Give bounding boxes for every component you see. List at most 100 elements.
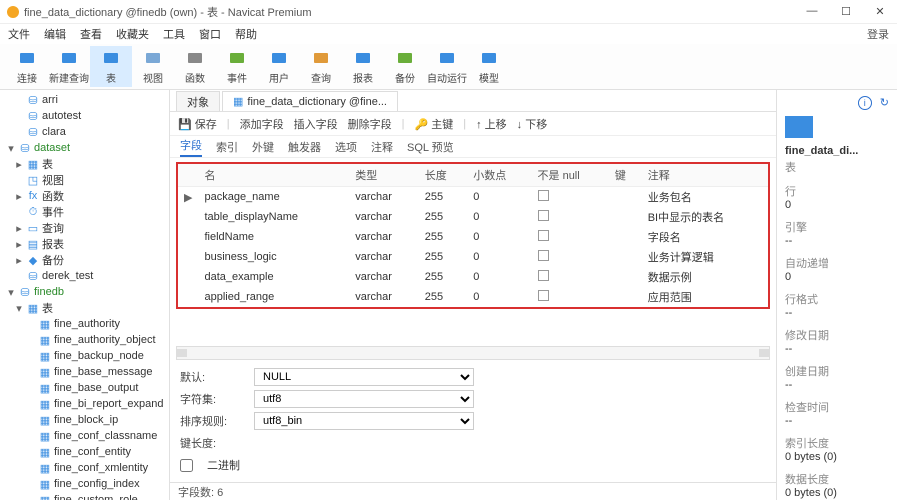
cell-decimal[interactable]: 0	[467, 247, 531, 267]
expand-icon[interactable]: ▸	[14, 254, 24, 267]
cell-decimal[interactable]: 0	[467, 187, 531, 208]
tree-item[interactable]: ▦fine_custom_role	[0, 492, 169, 500]
tree-item[interactable]: ◳视图	[0, 172, 169, 188]
menu-favorites[interactable]: 收藏夹	[116, 26, 149, 42]
tree-item[interactable]: ▦fine_bi_report_expand	[0, 396, 169, 412]
cell-comment[interactable]: 数据示例	[642, 267, 768, 287]
subtab[interactable]: 外键	[252, 139, 274, 155]
cell-comment[interactable]: 字段名	[642, 227, 768, 247]
tool-report[interactable]: 报表	[342, 46, 384, 87]
tree-item[interactable]: ▦fine_conf_classname	[0, 428, 169, 444]
add-field-button[interactable]: 添加字段	[240, 116, 284, 132]
cell-name[interactable]: data_example	[198, 267, 349, 287]
menu-tools[interactable]: 工具	[163, 26, 185, 42]
cell-decimal[interactable]: 0	[467, 267, 531, 287]
cell-type[interactable]: varchar	[349, 267, 419, 287]
col-length[interactable]: 长度	[419, 164, 468, 187]
cell-notnull[interactable]	[532, 287, 609, 307]
expand-icon[interactable]: ▸	[14, 158, 24, 171]
tab-objects[interactable]: 对象	[176, 91, 220, 111]
col-name[interactable]: 名	[198, 164, 349, 187]
charset-select[interactable]: utf8	[254, 390, 474, 408]
menu-file[interactable]: 文件	[8, 26, 30, 42]
tree-item[interactable]: ▸▭查询	[0, 220, 169, 236]
tool-backup[interactable]: 备份	[384, 46, 426, 87]
cell-name[interactable]: package_name	[198, 187, 349, 208]
subtab[interactable]: 索引	[216, 139, 238, 155]
tree-item[interactable]: ▾⛁dataset	[0, 140, 169, 156]
menu-help[interactable]: 帮助	[235, 26, 257, 42]
tree-item[interactable]: ▦fine_conf_entity	[0, 444, 169, 460]
cell-key[interactable]	[609, 267, 642, 287]
refresh-icon[interactable]: ↻	[880, 96, 889, 110]
cell-decimal[interactable]: 0	[467, 227, 531, 247]
primary-key-button[interactable]: 🔑 主键	[414, 116, 453, 132]
cell-length[interactable]: 255	[419, 267, 468, 287]
move-down-button[interactable]: ↓ 下移	[517, 116, 548, 132]
tool-connect[interactable]: 连接	[6, 46, 48, 87]
tree-item[interactable]: ⛁arri	[0, 92, 169, 108]
login-link[interactable]: 登录	[867, 26, 889, 42]
cell-key[interactable]	[609, 227, 642, 247]
binary-checkbox[interactable]	[180, 459, 193, 472]
tree-item[interactable]: ▦fine_base_output	[0, 380, 169, 396]
save-button[interactable]: 💾 保存	[178, 116, 217, 132]
col-key[interactable]: 键	[609, 164, 642, 187]
close-button[interactable]: ✕	[869, 5, 891, 18]
cell-key[interactable]	[609, 287, 642, 307]
col-type[interactable]: 类型	[349, 164, 419, 187]
subtab[interactable]: 字段	[180, 137, 202, 157]
cell-notnull[interactable]	[532, 187, 609, 208]
menu-window[interactable]: 窗口	[199, 26, 221, 42]
field-row[interactable]: fieldNamevarchar2550 字段名	[178, 227, 768, 247]
field-row[interactable]: data_examplevarchar2550 数据示例	[178, 267, 768, 287]
tool-user[interactable]: 用户	[258, 46, 300, 87]
cell-key[interactable]	[609, 207, 642, 227]
subtab[interactable]: SQL 预览	[407, 139, 454, 155]
col-comment[interactable]: 注释	[642, 164, 768, 187]
field-row[interactable]: table_displayNamevarchar2550BI中显示的表名	[178, 207, 768, 227]
move-up-button[interactable]: ↑ 上移	[476, 116, 507, 132]
tree-item[interactable]: ▦fine_block_ip	[0, 412, 169, 428]
info-icon[interactable]: i	[858, 96, 872, 110]
menu-edit[interactable]: 编辑	[44, 26, 66, 42]
tree-item[interactable]: ▦fine_base_message	[0, 364, 169, 380]
tree-item[interactable]: ▦fine_authority	[0, 316, 169, 332]
col-decimal[interactable]: 小数点	[467, 164, 531, 187]
maximize-button[interactable]: ☐	[835, 5, 857, 18]
tree-item[interactable]: ▸fx函数	[0, 188, 169, 204]
cell-decimal[interactable]: 0	[467, 207, 531, 227]
cell-key[interactable]	[609, 187, 642, 208]
tree-item[interactable]: ▦fine_config_index	[0, 476, 169, 492]
delete-field-button[interactable]: 删除字段	[348, 116, 392, 132]
menu-view[interactable]: 查看	[80, 26, 102, 42]
tree-item[interactable]: ▦fine_conf_xmlentity	[0, 460, 169, 476]
cell-type[interactable]: varchar	[349, 247, 419, 267]
col-notnull[interactable]: 不是 null	[532, 164, 609, 187]
tree-item[interactable]: ⛁derek_test	[0, 268, 169, 284]
fields-grid[interactable]: 名 类型 长度 小数点 不是 null 键 注释 ▶package_nameva…	[178, 164, 768, 307]
tree-item[interactable]: ▾▦表	[0, 300, 169, 316]
tool-autorun[interactable]: 自动运行	[426, 46, 468, 87]
tree-item[interactable]: ▸◆备份	[0, 252, 169, 268]
cell-notnull[interactable]	[532, 227, 609, 247]
cell-name[interactable]: fieldName	[198, 227, 349, 247]
cell-type[interactable]: varchar	[349, 227, 419, 247]
default-select[interactable]: NULL	[254, 368, 474, 386]
cell-notnull[interactable]	[532, 267, 609, 287]
tree-item[interactable]: ⏱事件	[0, 204, 169, 220]
field-row[interactable]: applied_rangevarchar2550应用范围	[178, 287, 768, 307]
tab-table[interactable]: ▦ fine_data_dictionary @fine...	[222, 91, 398, 111]
cell-decimal[interactable]: 0	[467, 287, 531, 307]
tool-event[interactable]: 事件	[216, 46, 258, 87]
cell-name[interactable]: business_logic	[198, 247, 349, 267]
expand-icon[interactable]: ▸	[14, 222, 24, 235]
tool-table[interactable]: 表	[90, 46, 132, 87]
cell-length[interactable]: 255	[419, 227, 468, 247]
collation-select[interactable]: utf8_bin	[254, 412, 474, 430]
cell-length[interactable]: 255	[419, 247, 468, 267]
cell-comment[interactable]: 应用范围	[642, 287, 768, 307]
tree-item[interactable]: ▦fine_backup_node	[0, 348, 169, 364]
tree-item[interactable]: ▸▤报表	[0, 236, 169, 252]
tool-view[interactable]: 视图	[132, 46, 174, 87]
